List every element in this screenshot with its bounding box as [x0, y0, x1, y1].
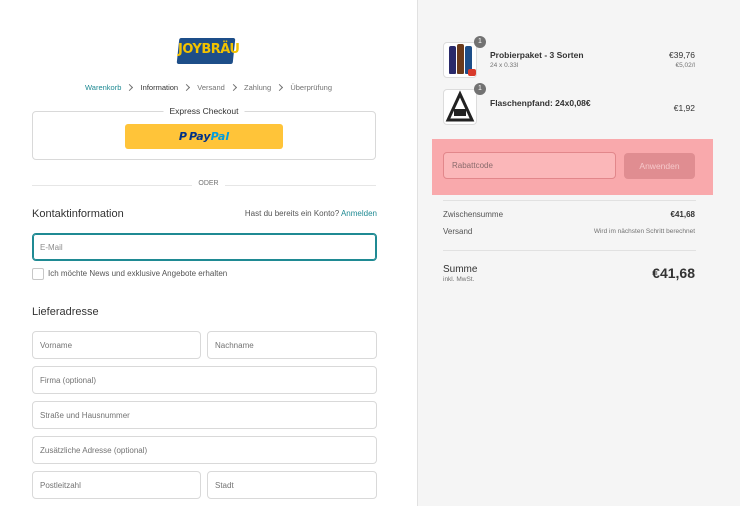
subtotal-value: €41,68 [670, 210, 695, 219]
breadcrumb-review: Überprüfung [290, 82, 333, 92]
breadcrumb-shipping: Versand [197, 82, 225, 92]
city-field[interactable]: Stadt [207, 471, 377, 499]
item-name: Probierpaket - 3 Sorten [490, 50, 584, 60]
divider-line [443, 250, 696, 251]
item-price: €39,76 [669, 50, 695, 60]
contact-title: Kontaktinformation [32, 208, 124, 220]
login-link[interactable]: Anmelden [341, 209, 377, 218]
postcode-field[interactable]: Postleitzahl [32, 471, 201, 499]
first-name-field[interactable]: Vorname [32, 331, 201, 359]
chevron-right-icon [126, 83, 134, 91]
additional-address-field[interactable]: Zusätzliche Adresse (optional) [32, 436, 377, 464]
recycle-deposit-icon [445, 90, 475, 122]
item-name: Flaschenpfand: 24x0,08€ [490, 98, 591, 108]
discount-code-input[interactable]: Rabattcode [443, 152, 616, 179]
chevron-right-icon [229, 83, 237, 91]
express-checkout-title: Express Checkout [163, 106, 245, 116]
shipping-value: Wird im nächsten Schritt berechnet [593, 228, 695, 235]
company-field[interactable]: Firma (optional) [32, 366, 377, 394]
total-value: €41,68 [652, 265, 695, 281]
paypal-icon: P [178, 130, 187, 143]
breadcrumb-information: Information [140, 82, 179, 92]
newsletter-checkbox[interactable] [32, 268, 44, 280]
newsletter-label: Ich möchte News und exklusive Angebote e… [48, 269, 228, 278]
street-field[interactable]: Straße und Hausnummer [32, 401, 377, 429]
last-name-field[interactable]: Nachname [207, 331, 377, 359]
quantity-badge: 1 [474, 36, 486, 48]
joybrau-logo[interactable]: JOYBRÄU [176, 34, 240, 72]
deposit-thumbnail [443, 89, 477, 125]
item-price: €1,92 [673, 103, 695, 113]
email-field[interactable]: E-Mail [32, 233, 377, 261]
chevron-right-icon [276, 83, 284, 91]
shipping-label: Versand [443, 227, 473, 236]
quantity-badge: 1 [474, 83, 486, 95]
paypal-button[interactable]: P PayPal [125, 124, 283, 149]
item-unit-price: €5,02/l [675, 62, 695, 69]
breadcrumb: Warenkorb Information Versand Zahlung Üb… [0, 82, 417, 92]
checkout-main: JOYBRÄU Warenkorb Information Versand Za… [0, 0, 417, 506]
chevron-right-icon [183, 83, 191, 91]
product-thumbnail [443, 42, 477, 78]
total-tax-note: inkl. MwSt. [443, 276, 475, 283]
item-variant: 24 x 0.33l [490, 62, 519, 69]
divider-line [443, 200, 696, 201]
breadcrumb-payment: Zahlung [244, 82, 272, 92]
divider-label: ODER [0, 180, 417, 187]
apply-discount-button[interactable]: Anwenden [624, 153, 695, 179]
shipping-address-title: Lieferadresse [32, 306, 99, 318]
login-hint: Hast du bereits ein Konto? Anmelden [244, 209, 377, 218]
logo-wordmark: JOYBRÄU [178, 42, 240, 57]
breadcrumb-cart[interactable]: Warenkorb [85, 83, 121, 92]
total-label: Summe [443, 264, 478, 275]
subtotal-label: Zwischensumme [443, 210, 504, 219]
express-checkout: Express Checkout P PayPal [32, 106, 376, 160]
